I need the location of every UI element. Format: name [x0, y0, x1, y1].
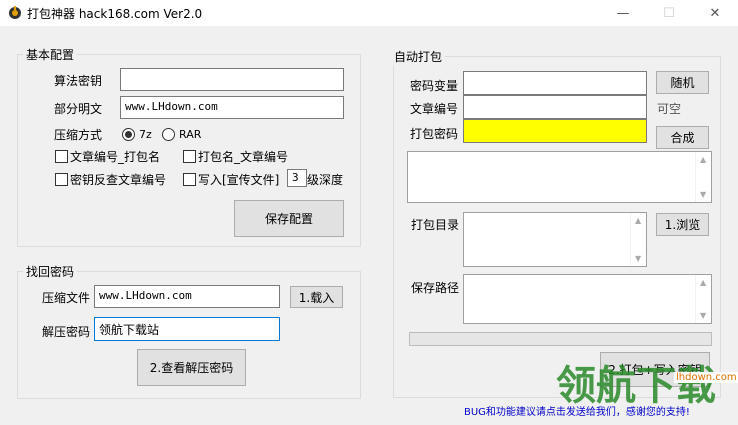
- radio-7z-label: 7z: [139, 128, 152, 141]
- scroll-down-icon[interactable]: ▼: [700, 190, 706, 199]
- radio-selected-dot: [125, 131, 132, 138]
- minimize-button[interactable]: —: [600, 0, 646, 26]
- optional-hint: 可空: [657, 102, 682, 116]
- save-path-label: 保存路径: [411, 281, 460, 295]
- pack-password-input[interactable]: [463, 119, 647, 143]
- extract-password-label: 解压密码: [42, 325, 91, 339]
- checkbox-article-packname-label: 文章编号_打包名: [70, 150, 161, 164]
- radio-7z[interactable]: [122, 128, 135, 141]
- checkbox-write-promo-label: 写入[宣传文件]: [198, 173, 280, 187]
- archive-file-input[interactable]: www.LHdown.com: [94, 285, 280, 308]
- scrollbar[interactable]: ▲ ▼: [695, 275, 711, 323]
- output-textarea[interactable]: ▲ ▼: [407, 151, 712, 203]
- recover-password-legend: 找回密码: [23, 263, 78, 280]
- pack-password-label: 打包密码: [410, 127, 459, 141]
- scrollbar[interactable]: ▲ ▼: [630, 213, 646, 266]
- partial-text-input[interactable]: www.LHdown.com: [120, 96, 344, 119]
- scroll-down-icon[interactable]: ▼: [635, 254, 641, 263]
- checkbox-key-lookup[interactable]: [55, 173, 68, 186]
- browse-button[interactable]: 1.浏览: [656, 213, 709, 236]
- password-variable-label: 密码变量: [410, 79, 459, 93]
- load-button[interactable]: 1.载入: [290, 286, 343, 308]
- save-path-textarea[interactable]: ▲ ▼: [463, 274, 712, 324]
- compress-method-label: 压缩方式: [54, 128, 103, 142]
- checkbox-packname-article-label: 打包名_文章编号: [198, 150, 289, 164]
- watermark-site: lhdown.com: [674, 372, 738, 383]
- app-icon: [9, 6, 21, 19]
- article-number-label: 文章编号: [410, 102, 459, 116]
- combine-button[interactable]: 合成: [656, 126, 709, 149]
- scrollbar[interactable]: ▲ ▼: [695, 152, 711, 202]
- pack-directory-label: 打包目录: [411, 218, 460, 232]
- basic-config-legend: 基本配置: [23, 46, 78, 63]
- password-variable-input[interactable]: [463, 71, 647, 95]
- title-bar: 打包神器 hack168.com Ver2.0 — ☐ ✕: [0, 0, 738, 26]
- extract-password-input[interactable]: 领航下载站: [94, 317, 280, 341]
- depth-input[interactable]: 3: [287, 169, 307, 187]
- scroll-up-icon[interactable]: ▲: [700, 155, 706, 164]
- save-config-button[interactable]: 保存配置: [234, 200, 344, 237]
- algo-key-input[interactable]: [120, 68, 344, 91]
- scroll-up-icon[interactable]: ▲: [635, 216, 641, 225]
- radio-rar-label: RAR: [179, 128, 202, 141]
- checkbox-article-packname[interactable]: [55, 150, 68, 163]
- window-title: 打包神器 hack168.com Ver2.0: [27, 7, 203, 21]
- random-button[interactable]: 随机: [656, 71, 709, 94]
- depth-label: 级深度: [307, 173, 344, 187]
- scroll-up-icon[interactable]: ▲: [700, 278, 706, 287]
- scroll-down-icon[interactable]: ▼: [700, 311, 706, 320]
- article-number-input[interactable]: [463, 95, 647, 119]
- view-password-button[interactable]: 2.查看解压密码: [137, 349, 246, 386]
- maximize-button[interactable]: ☐: [646, 0, 692, 26]
- auto-pack-legend: 自动打包: [391, 48, 446, 65]
- radio-rar[interactable]: [162, 128, 175, 141]
- checkbox-write-promo[interactable]: [183, 173, 196, 186]
- progress-bar: [409, 332, 712, 346]
- checkbox-packname-article[interactable]: [183, 150, 196, 163]
- pack-directory-textarea[interactable]: ▲ ▼: [463, 212, 647, 267]
- algo-key-label: 算法密钥: [54, 74, 103, 88]
- archive-file-label: 压缩文件: [42, 291, 91, 305]
- checkbox-key-lookup-label: 密钥反查文章编号: [70, 173, 167, 187]
- partial-text-label: 部分明文: [54, 102, 103, 116]
- close-button[interactable]: ✕: [692, 0, 738, 26]
